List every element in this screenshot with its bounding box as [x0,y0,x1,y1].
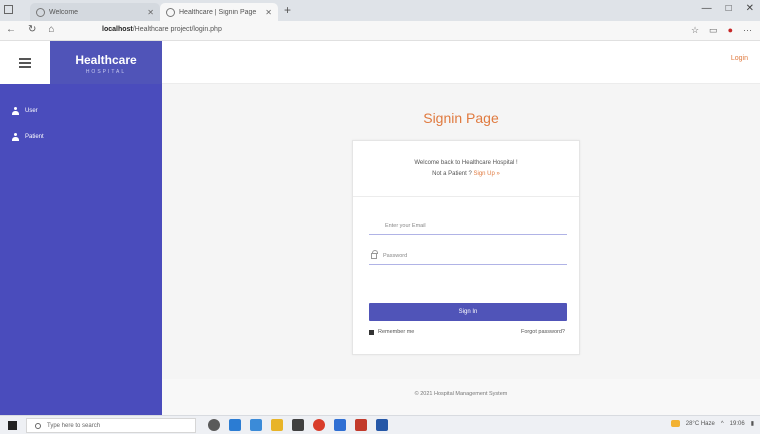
edge-icon[interactable] [229,419,241,431]
taskbar-search[interactable]: Type here to search [26,418,196,433]
tab-title: Healthcare | Signin Page [179,8,257,16]
nav-buttons: ← ↻ ⌂ [6,24,54,35]
maximize-icon[interactable]: □ [726,3,732,14]
collections-icon[interactable]: ▭ [709,25,718,36]
time-text: 19:06 [729,420,745,427]
url-path: /Healthcare project/login.php [132,26,222,33]
main-content: Signin Page Welcome back to Healthcare H… [162,84,760,379]
brand-logo: Healthcare HOSPITAL [50,41,162,84]
refresh-icon[interactable]: ↻ [28,24,36,35]
user-icon [12,133,19,141]
sidebar-item-user[interactable]: User [0,98,162,124]
sidebar-item-label: User [25,108,38,114]
tab-actions[interactable] [4,5,13,14]
browser-tab-strip: Welcome ✕ Healthcare | Signin Page ✕ + —… [0,0,760,21]
close-tab-icon[interactable]: ✕ [147,8,154,17]
browser-tab-inactive[interactable]: Welcome ✕ [30,3,160,21]
menu-toggle-button[interactable] [0,41,50,84]
sidebar: User Patient [0,84,162,415]
sidebar-item-patient[interactable]: Patient [0,124,162,150]
favorite-icon[interactable]: ☆ [691,25,699,36]
page-favicon-icon [166,7,175,17]
notification-icon[interactable]: ▮ [751,420,754,427]
tab-title: Welcome [49,8,79,16]
forgot-password-link[interactable]: Forgot password? [521,329,565,335]
windows-start-icon[interactable] [8,421,17,430]
weather-text: 28°C Haze [685,420,715,427]
url-field[interactable]: localhost/Healthcare project/login.php [102,26,222,33]
password-placeholder: Password [383,252,408,259]
remember-me[interactable]: Remember me [369,329,414,335]
lock-icon [371,249,378,259]
file-explorer-icon[interactable] [250,419,262,431]
back-icon[interactable]: ← [6,24,16,35]
tab-menu-icon[interactable] [4,5,13,14]
search-icon [35,422,41,429]
system-tray: 28°C Haze ^ 19:06 ▮ [670,420,754,427]
url-host: localhost [102,26,133,33]
email-field[interactable]: Enter your Email [369,217,567,235]
user-icon [12,107,19,115]
tray-arrow-icon[interactable]: ^ [721,421,724,427]
not-patient-line: Not a Patient ? Sign Up » [353,169,579,180]
top-bar: Login [162,41,760,84]
address-bar-icons: ☆ ▭ ● ⋯ [691,25,752,36]
footer-text: © 2021 Hospital Management System [414,391,508,397]
close-window-icon[interactable]: ✕ [746,3,754,14]
new-tab-button[interactable]: + [284,3,291,17]
page-favicon-icon [36,7,45,17]
brand-subtitle: HOSPITAL [85,69,127,75]
taskbar-apps [208,419,388,431]
remember-label: Remember me [378,329,415,335]
email-placeholder: Enter your Email [385,222,426,229]
folder-icon[interactable] [271,419,283,431]
brand-title: Healthcare [75,53,137,67]
welcome-text: Welcome back to Healthcare Hospital ! [414,160,518,166]
remember-checkbox[interactable] [369,329,374,335]
word-icon[interactable] [376,419,388,431]
hamburger-icon [19,57,31,68]
opera-icon[interactable] [313,419,325,431]
close-tab-icon[interactable]: ✕ [265,8,272,17]
store-icon[interactable] [292,419,304,431]
signin-card: Welcome back to Healthcare Hospital ! No… [352,140,580,355]
signin-button[interactable]: Sign In [369,303,567,321]
minimize-icon[interactable]: — [702,3,712,14]
chrome-icon[interactable] [334,419,346,431]
login-link[interactable]: Login [731,55,748,62]
home-icon[interactable]: ⌂ [48,24,54,35]
window-controls: — □ ✕ [702,3,754,14]
profile-icon[interactable]: ● [728,25,733,36]
app-icon[interactable] [355,419,367,431]
sidebar-item-label: Patient [25,134,44,140]
not-patient-text: Not a Patient ? [432,171,472,177]
more-icon[interactable]: ⋯ [743,25,752,36]
taskbar: Type here to search 28°C Haze ^ 19:06 ▮ [0,415,760,434]
weather-icon[interactable] [670,420,680,427]
page-title: Signin Page [423,110,499,126]
browser-tab-active[interactable]: Healthcare | Signin Page ✕ [160,3,278,21]
footer: © 2021 Hospital Management System [162,379,760,415]
taskbar-search-placeholder: Type here to search [47,422,101,429]
address-bar: ← ↻ ⌂ localhost/Healthcare project/login… [0,21,760,41]
task-view-icon[interactable] [208,419,220,431]
signin-card-header: Welcome back to Healthcare Hospital ! No… [353,141,579,197]
password-field[interactable]: Password [369,247,567,265]
signup-link[interactable]: Sign Up » [474,171,500,177]
